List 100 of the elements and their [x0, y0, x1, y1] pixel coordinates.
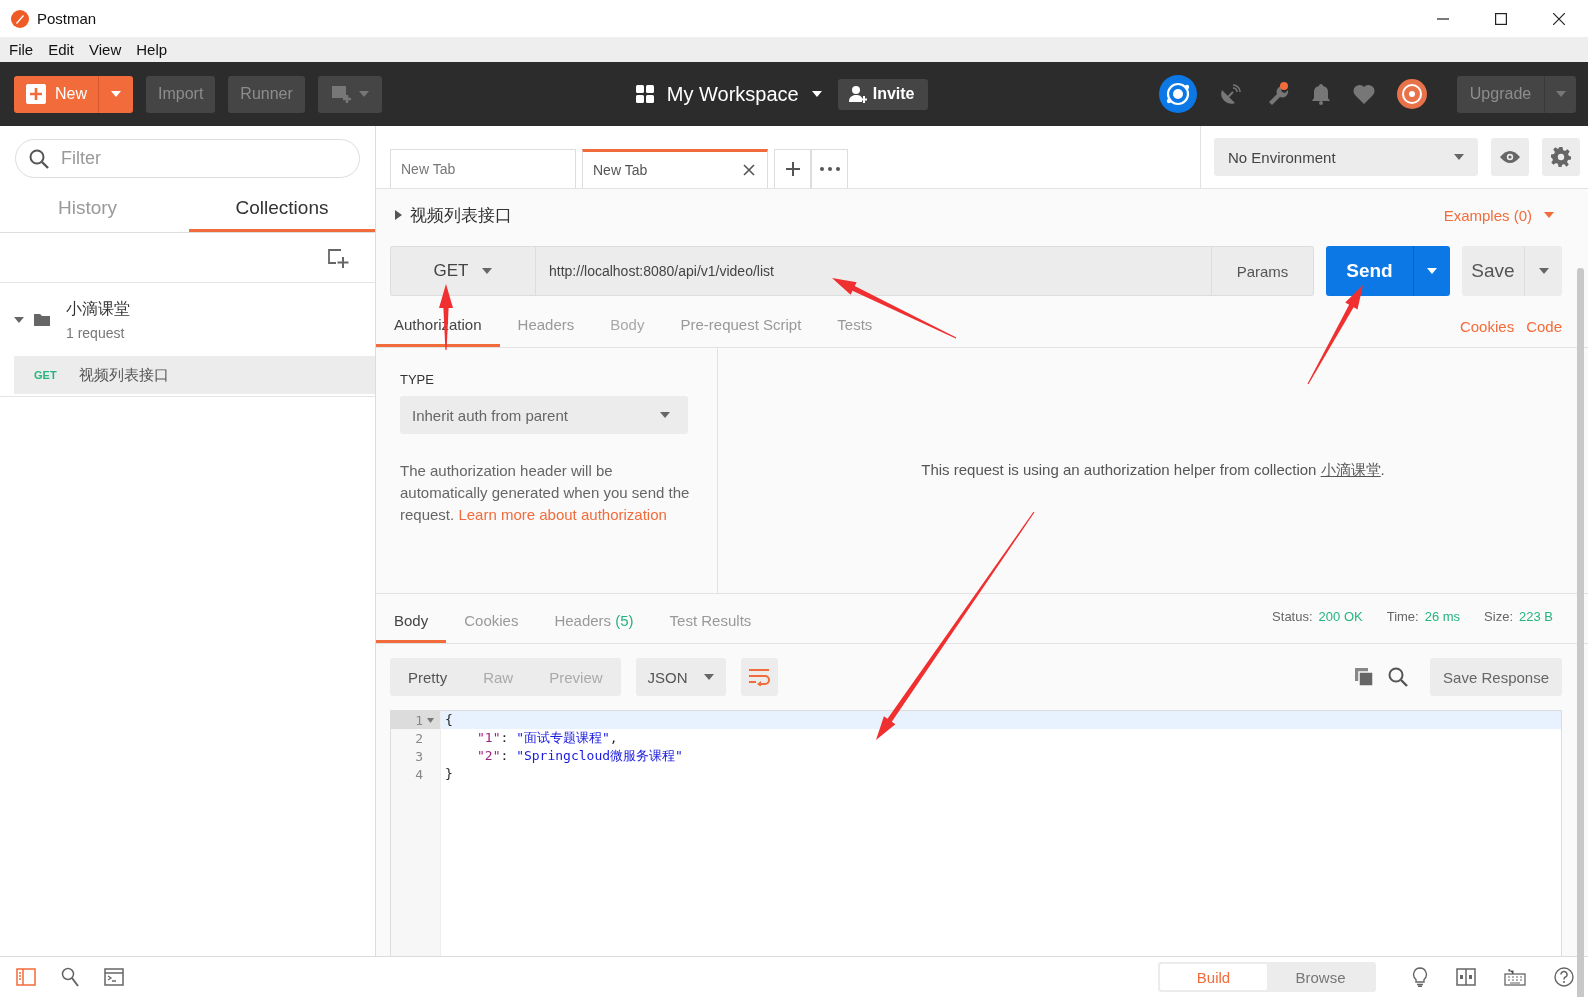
- settings-icon: [1551, 147, 1571, 167]
- upgrade-button[interactable]: Upgrade: [1457, 75, 1544, 113]
- maximize-icon: [1495, 12, 1507, 25]
- quick-look-button[interactable]: [1491, 138, 1529, 176]
- folder-icon: [34, 313, 50, 326]
- more-button[interactable]: [811, 149, 848, 188]
- caret-icon: [703, 674, 714, 680]
- collection-name: 小滴课堂: [66, 298, 130, 319]
- response-tab[interactable]: Test Results: [651, 600, 770, 643]
- environment-dropdown[interactable]: No Environment: [1214, 138, 1478, 176]
- collection-link[interactable]: 小滴课堂: [1320, 461, 1381, 478]
- stat-label: Status:: [1272, 609, 1313, 624]
- request-count: 1 request: [66, 324, 126, 341]
- new-tab-button[interactable]: [774, 149, 811, 188]
- help-icon[interactable]: [1554, 967, 1574, 987]
- fold-icon[interactable]: [427, 717, 434, 723]
- lightbulb-icon[interactable]: [1412, 967, 1428, 987]
- window-plus-icon: [330, 84, 353, 104]
- caret-icon: [1454, 154, 1464, 160]
- code-line: "1": "面试专题课程",: [476, 729, 619, 747]
- satellite-icon[interactable]: [1219, 82, 1243, 106]
- new-collection-icon[interactable]: [327, 246, 349, 269]
- mode-tab[interactable]: Browse: [1267, 964, 1374, 990]
- caret-icon: [811, 91, 822, 97]
- scrollbar[interactable]: [1577, 268, 1584, 997]
- bell-icon[interactable]: [1311, 83, 1331, 105]
- wrap-lines-button[interactable]: [740, 658, 778, 696]
- close-icon: [1553, 12, 1565, 25]
- menu-item[interactable]: View: [89, 41, 122, 58]
- url-field[interactable]: http://localhost:8080/api/v1/video/list: [535, 246, 1212, 296]
- grid-icon: [635, 85, 654, 103]
- import-button[interactable]: Import: [146, 75, 216, 113]
- close-icon[interactable]: [743, 164, 755, 176]
- stat-label: Time:: [1386, 609, 1419, 624]
- sync-icon: [1165, 81, 1191, 107]
- code-line: }: [444, 765, 454, 783]
- menu-item[interactable]: Edit: [48, 41, 75, 58]
- stat-value: 26 ms: [1424, 609, 1461, 624]
- caret-icon: [1538, 268, 1549, 274]
- send-button[interactable]: Send: [1326, 246, 1413, 296]
- format-dropdown[interactable]: JSON: [635, 658, 726, 696]
- learn-more-link[interactable]: Learn more about authorization: [458, 506, 667, 523]
- response-tab[interactable]: Body: [376, 600, 447, 643]
- copy-icon[interactable]: [1354, 667, 1375, 687]
- response-tab[interactable]: Headers (5): [536, 600, 652, 643]
- save-button[interactable]: Save: [1462, 246, 1524, 296]
- params-button[interactable]: Params: [1212, 246, 1314, 296]
- stat-value: 223 B: [1519, 609, 1553, 624]
- heart-icon[interactable]: [1353, 84, 1375, 104]
- caret-icon: [358, 91, 369, 97]
- request-option-tab[interactable]: Tests: [819, 305, 891, 347]
- invite-button[interactable]: Invite: [837, 78, 928, 110]
- sidebar-toggle-icon[interactable]: [16, 968, 36, 986]
- caret-icon: [111, 91, 121, 97]
- wrap-icon: [748, 668, 771, 686]
- window-title: Postman: [37, 10, 97, 27]
- caret-icon: [1555, 91, 1566, 97]
- link[interactable]: Code: [1526, 317, 1562, 335]
- two-pane-icon[interactable]: [1456, 968, 1476, 986]
- filter-field[interactable]: Filter: [15, 139, 360, 178]
- search-icon: [29, 149, 49, 169]
- view-tab[interactable]: Pretty: [390, 658, 466, 696]
- caret-icon: [482, 268, 493, 274]
- examples-dropdown[interactable]: Examples (0): [1443, 206, 1562, 224]
- request-item[interactable]: GET 视频列表接口: [14, 356, 375, 394]
- response-tab[interactable]: Cookies: [446, 600, 537, 643]
- sidebar-tab[interactable]: History: [0, 186, 175, 232]
- line-number: 2: [415, 730, 423, 746]
- mode-tab[interactable]: Build: [1160, 964, 1267, 990]
- request-option-tab[interactable]: Headers: [499, 305, 593, 347]
- add-user-icon: [848, 85, 867, 103]
- stat-value: 200 OK: [1318, 609, 1363, 624]
- link[interactable]: Cookies: [1459, 317, 1515, 335]
- request-tab[interactable]: New Tab: [582, 149, 768, 188]
- new-button[interactable]: New: [14, 75, 98, 113]
- line-number: 4: [415, 766, 423, 782]
- collection-item[interactable]: 小滴课堂 1 request: [0, 283, 375, 356]
- line-number: 1: [415, 712, 423, 728]
- search-icon[interactable]: [61, 967, 79, 987]
- workspace-dropdown[interactable]: My Workspace: [635, 82, 822, 106]
- menu-item[interactable]: File: [9, 41, 34, 58]
- auth-type-dropdown[interactable]: Inherit auth from parent: [400, 396, 688, 434]
- expand-arrow-icon[interactable]: [395, 210, 402, 220]
- avatar-icon[interactable]: [1397, 79, 1427, 109]
- menu-item[interactable]: Help: [136, 41, 168, 58]
- console-icon[interactable]: [104, 968, 124, 986]
- request-tab[interactable]: New Tab: [390, 149, 576, 188]
- keyboard-icon[interactable]: [1504, 968, 1526, 986]
- save-response-button[interactable]: Save Response: [1430, 658, 1562, 696]
- plus-icon: [26, 84, 46, 104]
- method-dropdown[interactable]: GET: [390, 246, 535, 296]
- request-option-tab[interactable]: Pre-request Script: [662, 305, 820, 347]
- code-line: "2": "Springcloud微服务课程": [476, 747, 684, 765]
- new-window-button[interactable]: [317, 75, 382, 113]
- runner-button[interactable]: Runner: [228, 75, 305, 113]
- dropdown-button[interactable]: [98, 75, 133, 113]
- settings-button[interactable]: [1542, 138, 1580, 176]
- eye-icon: [1500, 150, 1520, 164]
- search-icon[interactable]: [1388, 667, 1409, 687]
- sync-button[interactable]: [1159, 75, 1197, 113]
